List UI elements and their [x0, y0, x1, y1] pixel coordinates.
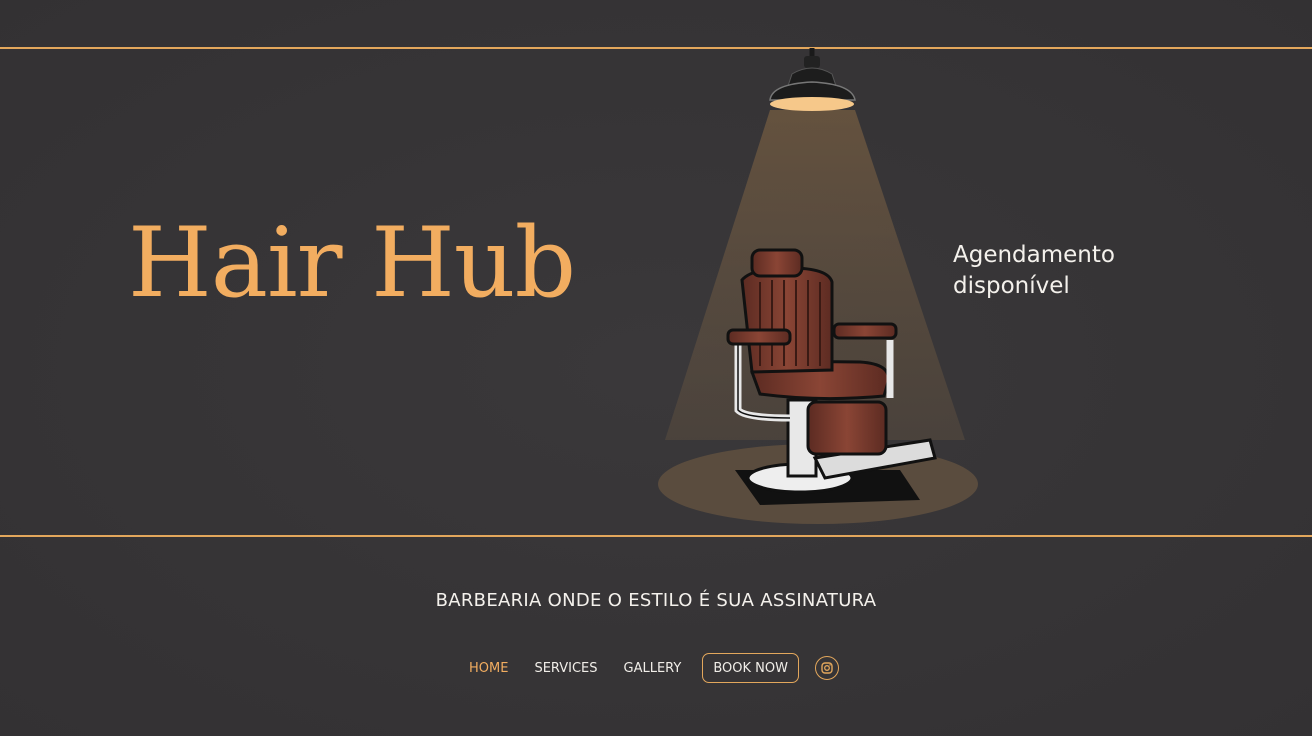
bottom-nav: HOME SERVICES GALLERY BOOK NOW [456, 651, 839, 685]
book-now-button[interactable]: BOOK NOW [702, 653, 799, 683]
booking-availability-note: Agendamento disponível [953, 242, 1115, 299]
site-title: Hair Hub [128, 207, 576, 319]
nav-gallery-link[interactable]: GALLERY [611, 661, 695, 676]
nav-home-link[interactable]: HOME [456, 661, 521, 676]
tagline: BARBEARIA ONDE O ESTILO É SUA ASSINATURA [435, 590, 877, 611]
bottom-divider [0, 535, 1312, 537]
instagram-icon [821, 662, 833, 674]
instagram-button[interactable] [814, 656, 839, 680]
barber-chair-spotlight-icon [658, 48, 978, 524]
nav-services-link[interactable]: SERVICES [521, 661, 610, 676]
